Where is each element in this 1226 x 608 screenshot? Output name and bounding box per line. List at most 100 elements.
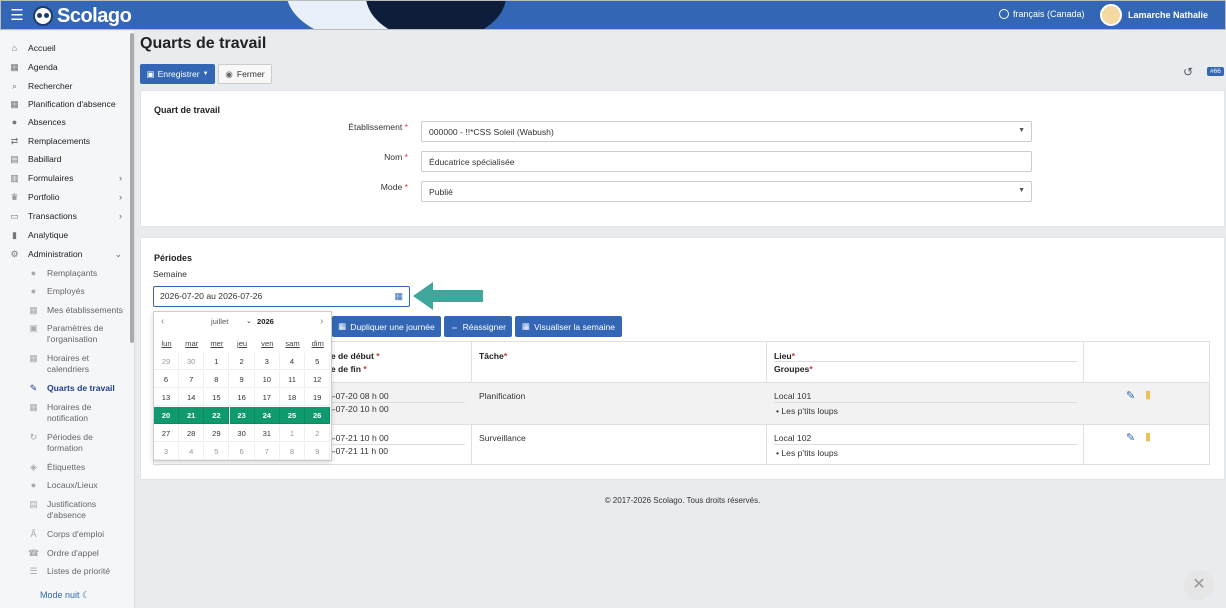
calendar-day[interactable]: 29 — [204, 425, 230, 442]
language-selector[interactable]: français (Canada) — [999, 9, 1085, 19]
sidebar-subitem-remplacants[interactable]: ● Remplaçants — [0, 268, 130, 279]
sidebar-item-formulaires[interactable]: ▥ Formulaires › — [0, 173, 130, 183]
sidebar-scrollbar[interactable] — [130, 33, 134, 343]
calendar-day[interactable]: 29 — [154, 353, 179, 370]
sidebar-subitem-horaires[interactable]: ▦ Horaires et calendriers — [0, 353, 130, 375]
calendar-day[interactable]: 8 — [204, 371, 230, 388]
night-mode-toggle[interactable]: Mode nuit ☾ — [40, 590, 90, 601]
calendar-day[interactable]: 30 — [179, 353, 205, 370]
week-picker-input[interactable]: 2026-07-20 au 2026-07-26 ▦ — [153, 286, 410, 307]
calendar-day[interactable]: 25 — [280, 407, 305, 424]
sidebar-subitem-parametres[interactable]: ▣ Paramètres de l'organisation — [0, 323, 130, 345]
etablissement-select[interactable]: 000000 - !!*CSS Soleil (Wabush) ▼ — [421, 121, 1032, 142]
sidebar-subitem-employes[interactable]: ● Employés — [0, 286, 130, 297]
calendar-day[interactable]: 4 — [179, 443, 205, 460]
row-task: Surveillance — [479, 433, 526, 443]
sidebar-item-agenda[interactable]: ▦ Agenda — [0, 62, 130, 72]
sidebar-item-analytique[interactable]: ▮ Analytique — [0, 230, 130, 240]
calendar-day[interactable]: 12 — [305, 371, 331, 388]
calendar-day[interactable]: 18 — [280, 389, 305, 406]
calendar-day[interactable]: 2 — [305, 425, 331, 442]
chevron-left-icon[interactable]: ‹ — [161, 316, 164, 327]
close-icon[interactable]: ✕ — [1184, 570, 1214, 600]
calendar-day[interactable]: 7 — [179, 371, 205, 388]
calendar-day[interactable]: 27 — [154, 425, 179, 442]
calendar-day[interactable]: 6 — [229, 443, 255, 460]
year-value[interactable]: 2026 — [257, 317, 274, 326]
chevron-right-icon[interactable]: › — [320, 316, 323, 327]
sidebar-item-babillard[interactable]: ▤ Babillard — [0, 154, 130, 164]
calendar-day[interactable]: 20 — [154, 407, 179, 424]
calendar-day[interactable]: 30 — [229, 425, 255, 442]
user-name[interactable]: Lamarche Nathalie — [1128, 10, 1208, 20]
calendar-day[interactable]: 5 — [204, 443, 230, 460]
calendar-day[interactable]: 15 — [204, 389, 230, 406]
sidebar-subitem-ordre[interactable]: ☎ Ordre d'appel — [0, 548, 130, 559]
close-button[interactable]: ◉ Fermer — [218, 64, 272, 84]
calendar-day[interactable]: 5 — [305, 353, 331, 370]
calendar-day[interactable]: 13 — [154, 389, 179, 406]
calendar-day[interactable]: 8 — [280, 443, 305, 460]
sidebar-subitem-justifications[interactable]: ▤ Justifications d'absence — [0, 499, 130, 521]
calendar-day[interactable]: 22 — [204, 407, 230, 424]
sidebar-item-planification[interactable]: ▦ Planification d'absence — [0, 99, 130, 109]
sidebar-item-remplacements[interactable]: ⇄ Remplacements — [0, 136, 130, 146]
sidebar-item-rechercher[interactable]: ⌕ Rechercher — [0, 81, 130, 91]
sidebar-subitem-formation[interactable]: ↻ Périodes de formation — [0, 432, 130, 454]
calendar-day[interactable]: 1 — [280, 425, 305, 442]
calendar-day[interactable]: 26 — [305, 407, 331, 424]
sidebar-item-portfolio[interactable]: ♛ Portfolio › — [0, 192, 130, 202]
trash-icon[interactable]: ▮ — [1145, 388, 1151, 401]
sidebar-item-administration[interactable]: ⚙ Administration ⌄ — [0, 249, 130, 259]
edit-icon[interactable]: ✎ — [1126, 431, 1135, 444]
chevron-down-icon[interactable]: ⌄ — [246, 317, 252, 325]
sidebar-item-transactions[interactable]: ▭ Transactions › — [0, 211, 130, 221]
avatar[interactable] — [1100, 4, 1122, 26]
hamburger-icon[interactable]: ☰ — [9, 8, 25, 24]
month-select[interactable]: juillet — [211, 317, 228, 326]
calendar-day[interactable]: 6 — [154, 371, 179, 388]
calendar-day[interactable]: 7 — [254, 443, 280, 460]
sidebar-subitem-etablissements[interactable]: ▦ Mes établissements — [0, 305, 130, 316]
calendar-day[interactable]: 3 — [254, 353, 280, 370]
duplicate-day-button[interactable]: ▦ Dupliquer une journée — [332, 316, 441, 337]
calendar-day[interactable]: 23 — [229, 407, 255, 424]
calendar-day[interactable]: 24 — [254, 407, 280, 424]
calendar-day[interactable]: 16 — [229, 389, 255, 406]
calendar-day[interactable]: 28 — [179, 425, 205, 442]
calendar-day[interactable]: 1 — [204, 353, 230, 370]
calendar-day[interactable]: 21 — [179, 407, 205, 424]
sidebar-subitem-notification[interactable]: ▦ Horaires de notification — [0, 402, 130, 424]
sidebar-subitem-priorite[interactable]: ☰ Listes de priorité — [0, 566, 130, 577]
sidebar-item-label: Listes de priorité — [47, 566, 111, 576]
view-week-button[interactable]: ▦ Visualiser la semaine — [515, 316, 622, 337]
calendar-day[interactable]: 17 — [254, 389, 280, 406]
header-divider — [774, 361, 1077, 362]
sidebar-item-accueil[interactable]: ⌂ Accueil — [0, 43, 130, 53]
sidebar-subitem-etiquettes[interactable]: ◈ Étiquettes — [0, 462, 130, 473]
sidebar-subitem-locaux[interactable]: ● Locaux/Lieux — [0, 480, 130, 491]
calendar-day[interactable]: 2 — [229, 353, 255, 370]
calendar-day[interactable]: 31 — [254, 425, 280, 442]
sidebar-subitem-quarts[interactable]: ✎ Quarts de travail — [0, 383, 130, 394]
sidebar-item-absences[interactable]: ● Absences — [0, 117, 130, 127]
calendar-day[interactable]: 14 — [179, 389, 205, 406]
calendar-icon[interactable]: ▦ — [394, 291, 403, 302]
reassign-button[interactable]: ⇔ Réassigner — [444, 316, 512, 337]
trash-icon[interactable]: ▮ — [1145, 430, 1151, 443]
calendar-day[interactable]: 9 — [305, 443, 331, 460]
nom-label-text: Nom — [384, 152, 403, 162]
mode-select[interactable]: Publié ▼ — [421, 181, 1032, 202]
nom-input[interactable]: Éducatrice spécialisée — [421, 151, 1032, 172]
history-icon[interactable]: ↺ — [1183, 65, 1193, 79]
save-button[interactable]: ▣ Enregistrer ▼ — [140, 64, 215, 84]
sidebar-subitem-corps[interactable]: Å Corps d'emploi — [0, 529, 130, 540]
edit-icon[interactable]: ✎ — [1126, 389, 1135, 402]
calendar-day[interactable]: 3 — [154, 443, 179, 460]
calendar-day[interactable]: 11 — [280, 371, 305, 388]
calendar-day[interactable]: 9 — [229, 371, 255, 388]
calendar-day[interactable]: 10 — [254, 371, 280, 388]
calendar-day[interactable]: 4 — [280, 353, 305, 370]
logo[interactable]: Scolago — [33, 4, 132, 28]
calendar-day[interactable]: 19 — [305, 389, 331, 406]
